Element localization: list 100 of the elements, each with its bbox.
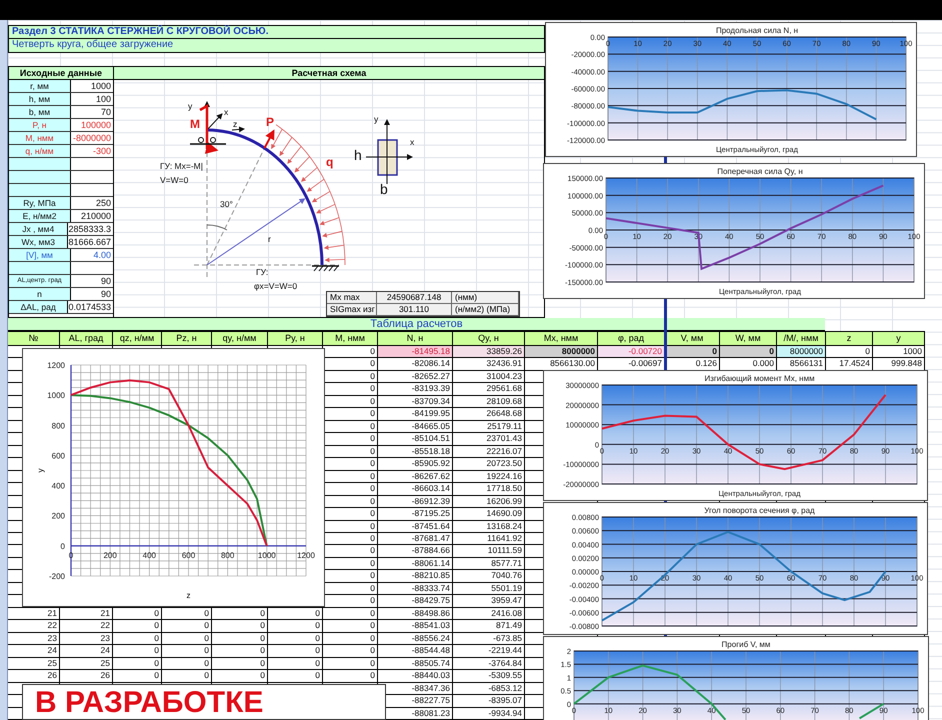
result-label: Mx max [327,292,377,304]
y-tick-label: 1200 [47,361,65,370]
scheme-label: r [268,235,271,244]
table-cell: 0 [323,458,378,471]
table-cell: 0 [212,608,268,620]
table-cell: -87681.47 [378,532,453,546]
table-cell: 0 [323,632,378,646]
table-cell: 31004.23 [453,370,525,384]
y-tick-label: 200 [52,512,65,521]
sheet-subtitle: Четверть круга, общее загружение [8,39,545,53]
table-cell: 21 [60,608,113,620]
scheme-label: y [188,102,192,110]
cross-section-drawing [366,119,413,184]
column-header: qy, н/мм [212,330,268,346]
section-label: y [374,115,378,124]
scheme-label: ГУ: [256,268,268,276]
table-cell: 11641.92 [453,532,525,546]
parameter-value: 4.00 [92,249,112,261]
table-cell: -88541.03 [378,620,453,633]
table-cell: 0 [323,483,378,496]
column-header: M, нмм [323,330,378,346]
table-cell: 19224.16 [453,470,525,484]
result-value: 24590687.148 [377,292,452,304]
column-header: z [826,330,873,346]
table-cell: 0 [162,632,212,646]
table-cell: -88498.86 [378,608,453,620]
table-cell: 25 [60,658,113,670]
table-cell: -6853.12 [453,682,525,696]
parameter-label: ΔAL, рад [9,301,68,313]
table-cell: -83709.34 [378,396,453,408]
y-tick-label: 600 [52,451,65,460]
column-header: qz, н/мм [113,330,162,346]
column-header: φ, рад [598,330,665,346]
parameter-label: [V], мм [9,249,71,261]
table-cell: 0 [323,620,378,633]
table-cell: 0 [212,620,268,633]
y-tick-label: 400 [52,482,65,491]
table-cell: 0 [162,608,212,620]
table-cell: -84665.05 [378,420,453,434]
table-cell: 14690.09 [453,508,525,521]
table-cell: 20723.50 [453,458,525,471]
table-cell: 0 [826,346,873,358]
scheme-label: z [233,120,238,128]
table-cell: -9934.94 [453,708,525,720]
table-cell: 8566131 [777,358,826,371]
sheet-title: Раздел 3 СТАТИКА СТЕРЖНЕЙ С КРУГОВОЙ ОСЬЮ. [8,25,545,39]
parameter-value: 100000 [80,119,112,131]
parameter-value: 210000 [80,210,112,222]
table-cell: 0 [323,658,378,670]
x-axis-title: z [186,591,190,600]
column-header: AL, град [60,330,113,346]
table-cell: -82086.14 [378,358,453,371]
table-cell: 0 [113,632,162,646]
parameter-value: 90 [100,275,112,287]
table-cell: -88210.85 [378,570,453,583]
table-cell: 2416.08 [453,608,525,620]
table-cell: -84199.95 [378,408,453,421]
table-cell: 32436.91 [453,358,525,371]
table-cell: 25179.11 [453,420,525,434]
parameter-label: n [9,288,71,300]
column-header: № [8,330,60,346]
section-label: h [354,148,362,162]
parameter-label: Jx , мм4 [9,223,68,235]
table-cell: 0 [113,645,162,658]
column-header: V, мм [665,330,720,346]
table-cell: 0 [720,346,777,358]
table-cell: 0 [323,645,378,658]
table-cell: -82652.27 [378,370,453,384]
table-cell: 0 [113,620,162,633]
table-cell: 0 [323,358,378,371]
table-cell: 871.49 [453,620,525,633]
table-cell: -88544.48 [378,645,453,658]
table-cell: -88505.74 [378,658,453,670]
table-cell: -87195.25 [378,508,453,521]
table-cell: 0 [212,645,268,658]
table-cell: 999.848 [873,358,925,371]
status-banner: В РАЗРАБОТКЕ [22,684,386,720]
scheme-label: V=W=0 [160,176,188,184]
table-cell: 3959.47 [453,595,525,608]
x-tick-label: 1000 [258,550,276,560]
parameter-label: P, н [9,119,71,131]
x-tick-label: 1200 [297,550,315,560]
table-cell: 0 [323,545,378,558]
table-cell: 24 [60,645,113,658]
parameter-value: -8000000 [72,132,112,144]
y-tick-label: 1000 [47,391,65,400]
table-cell: 0 [268,670,323,683]
table-cell: 0 [268,632,323,646]
table-cell: -673.85 [453,632,525,646]
table-cell: 23701.43 [453,433,525,446]
table-cell: 0 [162,620,212,633]
table-cell: 23 [8,632,60,646]
parameter-label: Ry, МПа [9,197,71,209]
table-cell: 29561.68 [453,383,525,396]
table-cell: 28109.68 [453,396,525,408]
table-cell: -2219.44 [453,645,525,658]
column-header: Mx, нмм [525,330,598,346]
table-cell: 16206.99 [453,496,525,508]
table-cell: -85905.92 [378,458,453,471]
parameter-label: b, мм [9,106,71,118]
